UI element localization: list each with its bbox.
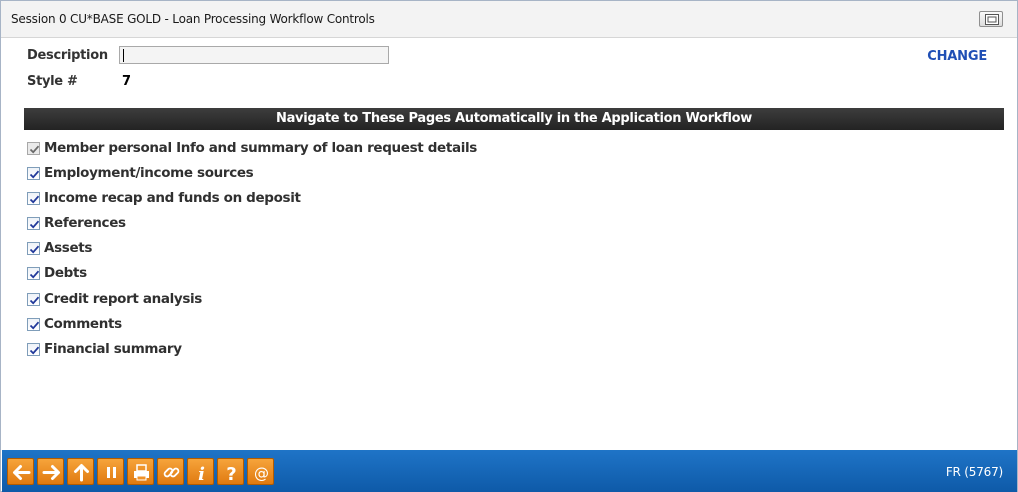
checkbox-references[interactable]	[27, 217, 40, 230]
text-cursor	[123, 49, 124, 62]
style-value: 7	[122, 74, 132, 89]
page-option-label: Financial summary	[44, 341, 182, 357]
check-icon	[29, 170, 40, 179]
help-icon: ?	[226, 464, 236, 485]
check-icon	[29, 270, 40, 279]
check-icon	[29, 245, 40, 254]
style-label: Style #	[27, 74, 78, 89]
check-icon	[29, 220, 40, 229]
window-title: Session 0 CU*BASE GOLD - Loan Processing…	[11, 12, 375, 26]
description-input[interactable]	[119, 46, 389, 64]
checkbox-assets[interactable]	[27, 242, 40, 255]
form-area: Description CHANGE Style # 7 Navigate to…	[1, 38, 1017, 448]
check-icon	[29, 145, 40, 154]
print-icon	[134, 464, 149, 481]
restore-window-button[interactable]	[979, 11, 1003, 27]
svg-text:?: ?	[226, 464, 236, 485]
checkbox-comments[interactable]	[27, 318, 40, 331]
page-option-label: Member personal Info and summary of loan…	[44, 140, 477, 156]
check-icon	[29, 195, 40, 204]
forward-button[interactable]	[37, 458, 64, 485]
section-header: Navigate to These Pages Automatically in…	[24, 108, 1004, 130]
link-button[interactable]	[157, 458, 184, 485]
pause-icon	[107, 467, 116, 478]
forward-arrow-icon	[42, 465, 60, 480]
svg-text:@: @	[254, 465, 269, 483]
screen-code: FR (5767)	[945, 465, 1003, 479]
help-button[interactable]: ?	[217, 458, 244, 485]
check-icon	[29, 321, 40, 330]
page-option-label: References	[44, 215, 126, 231]
change-button[interactable]: CHANGE	[927, 49, 987, 64]
info-icon: i	[198, 464, 205, 485]
back-arrow-icon	[13, 465, 31, 480]
page-option-label: Income recap and funds on deposit	[44, 190, 301, 206]
up-arrow-icon	[74, 464, 89, 482]
link-icon	[163, 467, 180, 478]
checkbox-financial-summary[interactable]	[27, 343, 40, 356]
checkbox-income-recap[interactable]	[27, 192, 40, 205]
up-button[interactable]	[67, 458, 94, 485]
print-button[interactable]	[127, 458, 154, 485]
description-label: Description	[27, 48, 108, 63]
restore-icon	[985, 14, 999, 25]
page-option-label: Credit report analysis	[44, 291, 202, 307]
info-button[interactable]: i	[187, 458, 214, 485]
bottom-toolbar: i ? @ FR (5767)	[2, 450, 1017, 492]
at-sign-icon: @	[254, 465, 269, 483]
checkbox-employment[interactable]	[27, 167, 40, 180]
app-window: Session 0 CU*BASE GOLD - Loan Processing…	[0, 0, 1018, 492]
checkbox-member-info	[27, 142, 40, 155]
page-option-label: Employment/income sources	[44, 165, 254, 181]
title-bar: Session 0 CU*BASE GOLD - Loan Processing…	[1, 1, 1017, 38]
page-option-label: Comments	[44, 316, 122, 332]
email-button[interactable]: @	[247, 458, 274, 485]
page-option-label: Debts	[44, 265, 87, 281]
check-icon	[29, 346, 40, 355]
back-button[interactable]	[7, 458, 34, 485]
checkbox-debts[interactable]	[27, 267, 40, 280]
check-icon	[29, 296, 40, 305]
page-option-label: Assets	[44, 240, 93, 256]
svg-text:i: i	[198, 464, 205, 485]
checkbox-credit-report[interactable]	[27, 293, 40, 306]
pause-button[interactable]	[97, 458, 124, 485]
